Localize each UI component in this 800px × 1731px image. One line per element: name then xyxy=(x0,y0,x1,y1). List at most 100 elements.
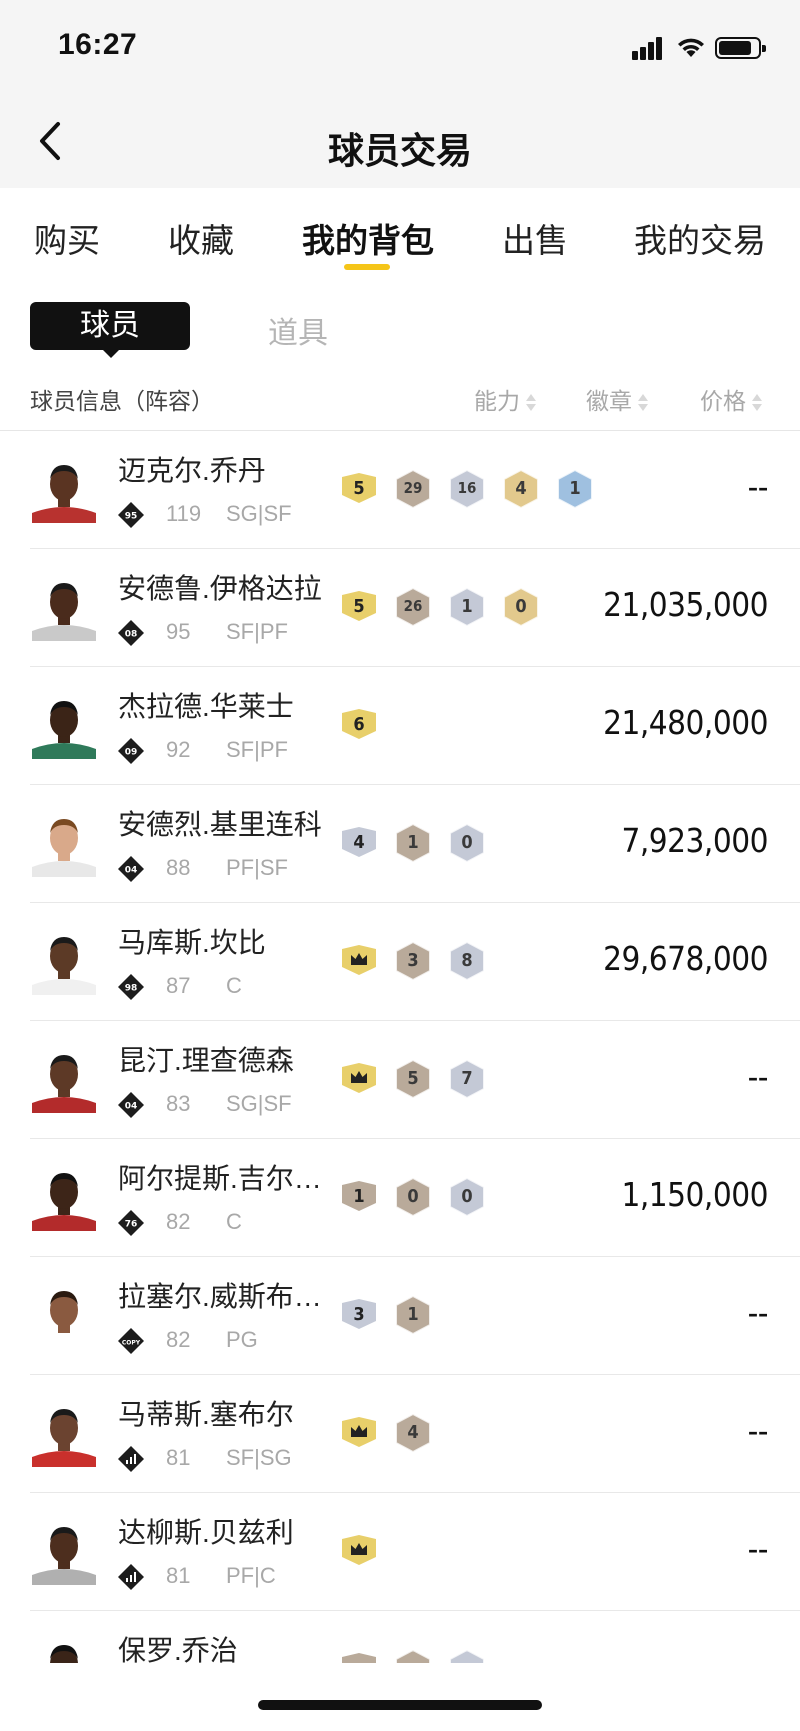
tab-buy[interactable]: 购买 xyxy=(34,214,100,262)
player-row[interactable]: 拉塞尔.威斯布… COPY 82 PG 3 1 -- xyxy=(0,1257,800,1375)
player-avatar xyxy=(28,1277,100,1349)
player-avatar xyxy=(28,1041,100,1113)
tab-bar: 购买 收藏 我的背包 出售 我的交易 xyxy=(0,188,800,280)
tier-label: 98 xyxy=(125,984,138,994)
segment-player[interactable]: 球员 xyxy=(30,302,190,358)
status-time: 16:27 xyxy=(58,28,138,61)
player-rating: 82 xyxy=(166,1209,191,1234)
player-row[interactable]: 保罗.乔治 xyxy=(0,1611,800,1663)
player-rating: 119 xyxy=(166,501,202,526)
home-indicator[interactable] xyxy=(258,1700,542,1710)
badge-hexagon-icon: 1 xyxy=(556,469,594,509)
player-rating: 92 xyxy=(166,737,191,762)
player-avatar xyxy=(28,451,100,523)
badge-hexagon-icon: 1 xyxy=(394,823,432,863)
tier-label: 04 xyxy=(125,1102,138,1112)
sort-price-label: 价格 xyxy=(700,388,746,414)
player-avatar xyxy=(28,923,100,995)
player-rating: 88 xyxy=(166,855,191,880)
badge-hexagon-icon: 0 xyxy=(394,1177,432,1217)
ability-shield-icon xyxy=(340,1649,378,1663)
player-row[interactable]: 安德烈.基里连科 04 88 PF|SF 4 1 0 7,923,000 xyxy=(0,785,800,903)
player-name: 昆汀.理查德森 xyxy=(118,1045,294,1076)
badge-count: 1 xyxy=(407,832,419,853)
tier-diamond-icon: 95 xyxy=(118,502,144,528)
badge-count: 1 xyxy=(569,478,581,499)
player-price: -- xyxy=(747,1529,769,1568)
badge-hexagon-icon: 29 xyxy=(394,469,432,509)
ability-shield-icon: 3 xyxy=(340,1295,378,1335)
badge-hexagon-icon: 3 xyxy=(394,941,432,981)
player-row[interactable]: 安德鲁.伊格达拉 08 95 SF|PF 5 26 1 0 21,035,000 xyxy=(0,549,800,667)
player-row[interactable]: 马蒂斯.塞布尔 81 SF|SG 4 -- xyxy=(0,1375,800,1493)
tier-diamond-icon: 76 xyxy=(118,1210,144,1236)
player-position: PF|SF xyxy=(226,855,288,880)
player-list[interactable]: 迈克尔.乔丹 95 119 SG|SF 5 29 16 4 1 -- 安德鲁.伊格达拉 08 95 SF|… xyxy=(0,431,800,1663)
badge-count: 1 xyxy=(353,1186,365,1207)
player-price: -- xyxy=(747,1057,769,1096)
badge-count: 6 xyxy=(353,714,365,735)
badge-count: 1 xyxy=(461,596,473,617)
player-row[interactable]: 马库斯.坎比 98 87 C 3 8 29,678,000 xyxy=(0,903,800,1021)
badge-count: 26 xyxy=(403,597,423,615)
badge-count: 4 xyxy=(515,478,527,499)
tab-favorites[interactable]: 收藏 xyxy=(168,214,234,262)
badge-count: 0 xyxy=(407,1186,419,1207)
player-row[interactable]: 昆汀.理查德森 04 83 SG|SF 5 7 -- xyxy=(0,1021,800,1139)
sort-badge[interactable]: 徽章 xyxy=(586,382,648,416)
badge-hexagon-icon: 8 xyxy=(448,941,486,981)
player-price: -- xyxy=(747,467,769,506)
sort-ability[interactable]: 能力 xyxy=(474,382,536,416)
crown-shield-icon xyxy=(340,1531,378,1571)
badge-count: 5 xyxy=(353,478,365,499)
player-price: 29,678,000 xyxy=(603,939,768,978)
player-name: 马库斯.坎比 xyxy=(118,927,266,958)
player-name: 杰拉德.华莱士 xyxy=(118,691,294,722)
player-price: -- xyxy=(747,1411,769,1450)
tier-diamond-icon: 04 xyxy=(118,1092,144,1118)
player-name: 迈克尔.乔丹 xyxy=(118,455,266,486)
page-title: 球员交易 xyxy=(327,130,472,171)
player-price: 21,035,000 xyxy=(603,585,768,624)
active-tab-indicator xyxy=(344,264,390,270)
badge-count: 29 xyxy=(403,479,423,497)
tier-diamond-icon xyxy=(118,1564,144,1590)
cellular-signal-icon xyxy=(632,36,666,60)
player-avatar xyxy=(28,569,100,641)
tab-my-trades[interactable]: 我的交易 xyxy=(634,214,766,262)
badge-hexagon-icon: 16 xyxy=(448,469,486,509)
player-avatar xyxy=(28,687,100,759)
tab-my-backpack[interactable]: 我的背包 xyxy=(302,214,434,262)
player-price: 21,480,000 xyxy=(603,703,768,742)
badge-count: 4 xyxy=(407,1422,419,1443)
badge-hexagon-icon: 26 xyxy=(394,587,432,627)
badge-hexagon-icon xyxy=(394,1649,432,1663)
player-row[interactable]: 达柳斯.贝兹利 81 PF|C -- xyxy=(0,1493,800,1611)
badge-hexagon-icon: 4 xyxy=(394,1413,432,1453)
player-row[interactable]: 阿尔提斯.吉尔… 76 82 C 1 0 0 1,150,000 xyxy=(0,1139,800,1257)
tab-sell[interactable]: 出售 xyxy=(502,214,568,262)
badge-count: 0 xyxy=(461,1186,473,1207)
badge-count: 3 xyxy=(353,1304,365,1325)
player-avatar xyxy=(28,805,100,877)
tier-label: 95 xyxy=(125,512,138,522)
sort-ability-label: 能力 xyxy=(474,388,520,414)
player-price: -- xyxy=(747,1293,769,1332)
segment-pointer xyxy=(102,349,120,358)
badge-hexagon-icon: 0 xyxy=(448,823,486,863)
player-name: 阿尔提斯.吉尔… xyxy=(118,1163,322,1194)
player-row[interactable]: 迈克尔.乔丹 95 119 SG|SF 5 29 16 4 1 -- xyxy=(0,431,800,549)
badge-count: 3 xyxy=(407,950,419,971)
player-name: 拉塞尔.威斯布… xyxy=(118,1281,322,1312)
battery-icon xyxy=(715,37,766,59)
player-row[interactable]: 杰拉德.华莱士 09 92 SF|PF 6 21,480,000 xyxy=(0,667,800,785)
player-rating: 81 xyxy=(166,1563,191,1588)
tier-diamond-icon: 04 xyxy=(118,856,144,882)
segment-props[interactable]: 道具 xyxy=(268,308,328,352)
player-position: PF|C xyxy=(226,1563,276,1588)
sort-price[interactable]: 价格 xyxy=(700,382,762,416)
badge-count: 16 xyxy=(457,479,477,497)
ability-shield-icon: 5 xyxy=(340,587,378,627)
tier-label: 09 xyxy=(125,748,138,758)
badge-count: 5 xyxy=(407,1068,419,1089)
